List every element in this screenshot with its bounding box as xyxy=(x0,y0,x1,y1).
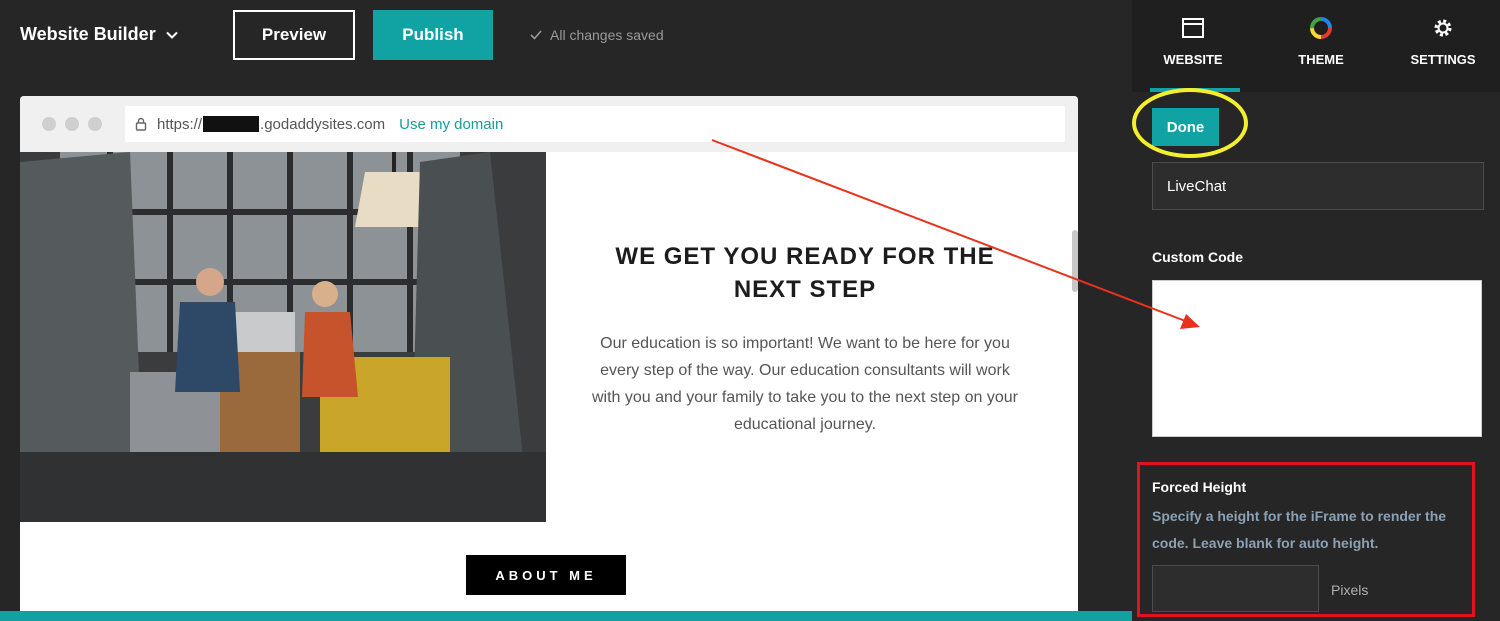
site-page: WE GET YOU READY FOR THE NEXT STEP Our e… xyxy=(20,152,1072,621)
custom-code-textarea[interactable] xyxy=(1152,280,1482,437)
window-dot-icon xyxy=(88,117,102,131)
publish-button[interactable]: Publish xyxy=(373,10,493,60)
gear-icon xyxy=(1434,19,1452,37)
redacted-subdomain xyxy=(203,116,260,132)
about-me-button[interactable]: ABOUT ME xyxy=(466,555,626,595)
custom-code-label: Custom Code xyxy=(1152,249,1243,265)
window-icon xyxy=(1182,18,1204,38)
url-prefix: https:// xyxy=(157,115,203,133)
tab-theme[interactable]: THEME xyxy=(1260,0,1382,92)
preview-scrollbar[interactable] xyxy=(1072,230,1078,292)
pixels-label: Pixels xyxy=(1331,582,1369,598)
use-my-domain-link[interactable]: Use my domain xyxy=(399,116,503,133)
url-field: https:// .godaddysites.com Use my domain xyxy=(125,106,1065,142)
save-status: All changes saved xyxy=(530,27,664,43)
forced-height-title: Forced Height xyxy=(1152,479,1247,495)
top-bar: Website Builder Preview Publish All chan… xyxy=(0,0,1132,72)
section-title-field[interactable]: LiveChat xyxy=(1152,162,1484,210)
window-dot-icon xyxy=(42,117,56,131)
site-headline: WE GET YOU READY FOR THE NEXT STEP xyxy=(615,243,995,303)
tab-website-label: WEBSITE xyxy=(1163,52,1223,67)
chevron-down-icon xyxy=(165,31,178,39)
website-builder-menu[interactable]: Website Builder xyxy=(20,24,178,45)
brand-label: Website Builder xyxy=(20,24,156,44)
active-tab-indicator xyxy=(1150,88,1240,92)
window-dot-icon xyxy=(65,117,79,131)
address-bar: https:// .godaddysites.com Use my domain xyxy=(20,96,1078,152)
lock-icon xyxy=(135,117,147,131)
save-status-text: All changes saved xyxy=(550,27,664,43)
tab-settings[interactable]: SETTINGS xyxy=(1382,0,1500,92)
done-button[interactable]: Done xyxy=(1152,108,1219,146)
tab-website[interactable]: WEBSITE xyxy=(1132,0,1254,92)
forced-height-input[interactable] xyxy=(1152,565,1319,612)
url-suffix: .godaddysites.com xyxy=(260,115,386,133)
forced-height-help: Specify a height for the iFrame to rende… xyxy=(1152,508,1447,551)
bottom-accent-bar xyxy=(0,611,1132,621)
tab-settings-label: SETTINGS xyxy=(1410,52,1476,67)
hero-image xyxy=(20,152,546,522)
panel-tabs: WEBSITE THEME SETTINGS xyxy=(1132,0,1500,92)
site-body-text: Our education is so important! We want t… xyxy=(591,335,1018,433)
preview-button[interactable]: Preview xyxy=(233,10,355,60)
checkmark-icon xyxy=(530,30,542,40)
color-wheel-icon xyxy=(1310,17,1332,39)
site-preview-frame: https:// .godaddysites.com Use my domain xyxy=(20,96,1078,621)
editor-panel: WEBSITE THEME SETTINGS Done LiveChat Cus… xyxy=(1132,0,1500,621)
tab-theme-label: THEME xyxy=(1298,52,1344,67)
